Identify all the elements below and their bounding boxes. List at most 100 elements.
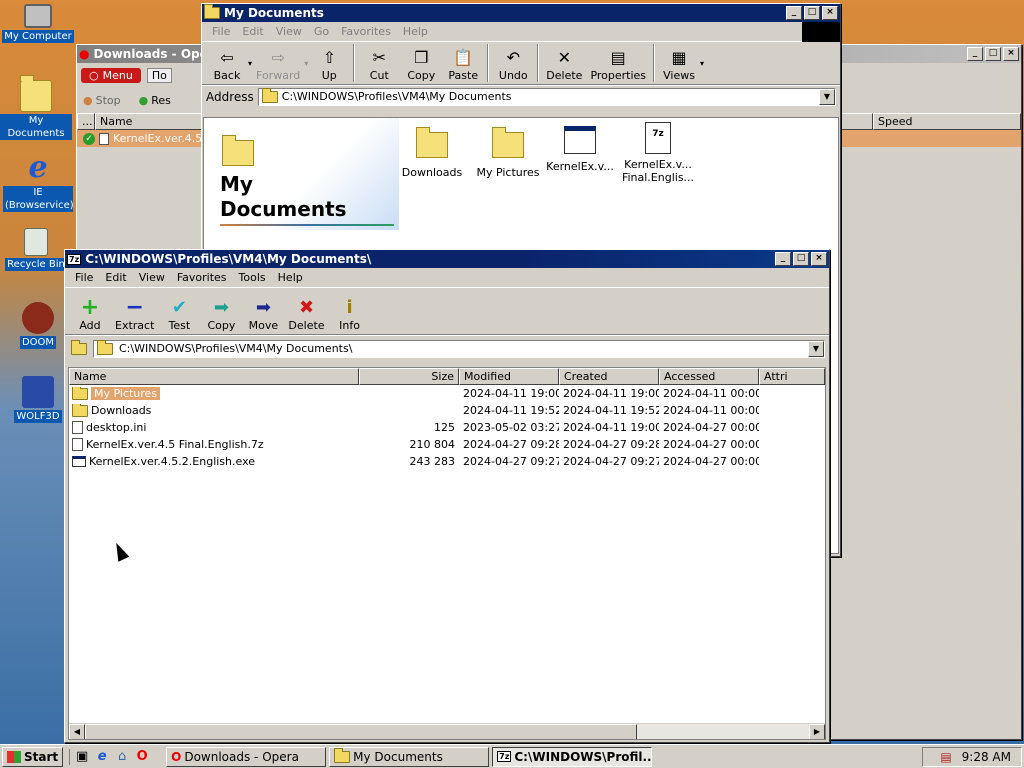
show-desktop-icon[interactable]: ▣ <box>74 749 90 765</box>
delete-button[interactable]: ✕ Delete <box>542 46 586 83</box>
file-row[interactable]: KernelEx.ver.4.5.2.English.exe 243 283 202… <box>69 453 825 470</box>
menu-edit[interactable]: Edit <box>99 271 132 284</box>
column-header-attributes[interactable]: Attri <box>759 368 825 385</box>
up-button[interactable]: ⇧ Up <box>308 46 350 83</box>
address-label: Address <box>206 89 254 104</box>
explorer-titlebar[interactable]: My Documents _ □ × <box>202 4 840 22</box>
copy-button[interactable]: ➡ Copy <box>200 296 242 333</box>
paste-icon: 📋 <box>453 47 474 67</box>
desktop-icon-ie[interactable]: e IE (Browservice) <box>2 152 74 212</box>
file-created: 2024-04-27 09:28 <box>563 438 659 451</box>
menu-view[interactable]: View <box>133 271 171 284</box>
minimize-button[interactable]: _ <box>967 47 983 61</box>
menu-edit[interactable]: Edit <box>236 25 269 38</box>
explorer-item-my-pictures[interactable]: My Pictures <box>476 126 540 179</box>
file-row[interactable]: Downloads 2024-04-11 19:52 2024-04-11 19:5… <box>69 402 825 419</box>
extract-button[interactable]: − Extract <box>111 295 158 333</box>
forward-button[interactable]: ⇨ Forward <box>252 46 304 83</box>
opera-menu-button[interactable]: ○ Menu <box>81 67 141 83</box>
undo-button[interactable]: ↶ Undo <box>492 46 534 83</box>
copy-button[interactable]: ❐ Copy <box>400 46 442 83</box>
menu-view[interactable]: View <box>270 25 308 38</box>
desktop-icon-recycle-bin[interactable]: Recycle Bin <box>0 228 72 271</box>
computer-icon <box>24 4 52 28</box>
column-header-name[interactable]: Name <box>69 368 359 385</box>
path-field[interactable]: C:\WINDOWS\Profiles\VM4\My Documents\ ▼ <box>93 339 825 358</box>
opera-icon[interactable]: O <box>134 749 150 765</box>
close-button[interactable]: × <box>822 6 838 20</box>
menu-help[interactable]: Help <box>397 25 434 38</box>
scroll-left-button[interactable]: ◀ <box>69 724 85 739</box>
views-button[interactable]: ▦ Views <box>658 46 700 83</box>
ie-icon: e <box>28 150 48 185</box>
minimize-button[interactable]: _ <box>775 252 791 266</box>
file-row[interactable]: KernelEx.ver.4.5 Final.English.7z 210 804… <box>69 436 825 453</box>
address-bar: Address C:\WINDOWS\Profiles\VM4\My Docum… <box>202 85 840 107</box>
address-dropdown-button[interactable]: ▼ <box>819 88 835 105</box>
folder-up-button[interactable] <box>69 339 89 358</box>
menu-favorites[interactable]: Favorites <box>335 25 397 38</box>
move-button[interactable]: ➡ Move <box>242 296 284 333</box>
address-field[interactable]: C:\WINDOWS\Profiles\VM4\My Documents ▼ <box>257 87 836 106</box>
tray-app-icon[interactable]: ▤ <box>940 750 951 764</box>
folder-icon <box>97 339 113 355</box>
sevenzip-titlebar[interactable]: 7z C:\WINDOWS\Profiles\VM4\My Documents\… <box>65 250 829 268</box>
task-my-documents[interactable]: My Documents <box>329 746 490 767</box>
menu-go[interactable]: Go <box>308 25 335 38</box>
clock[interactable]: 9:28 AM <box>962 750 1011 764</box>
menu-file[interactable]: File <box>206 25 236 38</box>
column-header-accessed[interactable]: Accessed <box>659 368 759 385</box>
maximize-button[interactable]: □ <box>804 6 820 20</box>
stop-button[interactable]: ● Stop <box>83 94 121 107</box>
opera-tab[interactable]: По <box>146 67 172 83</box>
test-button[interactable]: ✔ Test <box>158 296 200 333</box>
resume-button[interactable]: ● Res <box>139 94 171 107</box>
back-button[interactable]: ⇦ Back <box>206 46 248 83</box>
desktop-icon-my-computer[interactable]: My Computer <box>2 4 74 43</box>
explorer-item-downloads[interactable]: Downloads <box>400 126 464 179</box>
menu-help[interactable]: Help <box>272 271 309 284</box>
column-header-created[interactable]: Created <box>559 368 659 385</box>
explorer-menubar: File Edit View Go Favorites Help <box>202 21 840 42</box>
close-button[interactable]: × <box>811 252 827 266</box>
explorer-item-kernelex-exe[interactable]: KernelEx.v... <box>544 126 616 173</box>
paste-button[interactable]: 📋 Paste <box>442 46 484 83</box>
network-icon[interactable]: ⌂ <box>114 749 130 765</box>
scroll-right-button[interactable]: ▶ <box>809 724 825 739</box>
file-name: KernelEx.ver.4.5.2.English.exe <box>89 455 256 468</box>
info-icon: i <box>346 296 353 318</box>
properties-button[interactable]: ▤ Properties <box>586 46 650 83</box>
task-opera[interactable]: O Downloads - Opera <box>166 746 327 767</box>
path-dropdown-button[interactable]: ▼ <box>808 340 824 357</box>
horizontal-scrollbar[interactable]: ◀ ▶ <box>69 723 825 739</box>
ie-icon[interactable]: e <box>94 749 110 765</box>
column-header-modified[interactable]: Modified <box>459 368 559 385</box>
explorer-item-kernelex-7z[interactable]: 7z KernelEx.v... Final.Englis... <box>618 122 698 184</box>
views-dropdown-icon[interactable]: ▾ <box>700 59 704 68</box>
start-button[interactable]: Start <box>2 746 64 767</box>
close-button[interactable]: × <box>1003 47 1019 61</box>
menu-favorites[interactable]: Favorites <box>171 271 233 284</box>
add-button[interactable]: + Add <box>69 295 111 333</box>
delete-button[interactable]: ✖ Delete <box>284 296 328 333</box>
sevenzip-window[interactable]: 7z C:\WINDOWS\Profiles\VM4\My Documents\… <box>64 249 830 743</box>
menu-file[interactable]: File <box>69 271 99 284</box>
file-row[interactable]: My Pictures 2024-04-11 19:00 2024-04-11 19… <box>69 385 825 402</box>
desktop-icon-my-documents[interactable]: My Documents <box>0 75 72 140</box>
task-sevenzip[interactable]: 7z C:\WINDOWS\Profil... <box>492 746 653 767</box>
undo-icon: ↶ <box>506 47 520 67</box>
cut-button[interactable]: ✂ Cut <box>358 46 400 83</box>
scissors-icon: ✂ <box>372 47 386 67</box>
maximize-button[interactable]: □ <box>793 252 809 266</box>
menu-tools[interactable]: Tools <box>233 271 272 284</box>
maximize-button[interactable]: □ <box>985 47 1001 61</box>
minimize-button[interactable]: _ <box>786 6 802 20</box>
file-row[interactable]: desktop.ini 125 2023-05-02 03:27 2024-04-11… <box>69 419 825 436</box>
column-header-speed[interactable]: Speed <box>873 113 1021 130</box>
column-header-status[interactable]: ... <box>77 113 95 130</box>
column-header-size[interactable]: Size <box>359 368 459 385</box>
info-button[interactable]: i Info <box>329 296 371 333</box>
system-tray: ▤ 9:28 AM <box>922 746 1022 767</box>
folder-up-icon <box>71 339 87 355</box>
scroll-thumb[interactable] <box>85 724 637 739</box>
